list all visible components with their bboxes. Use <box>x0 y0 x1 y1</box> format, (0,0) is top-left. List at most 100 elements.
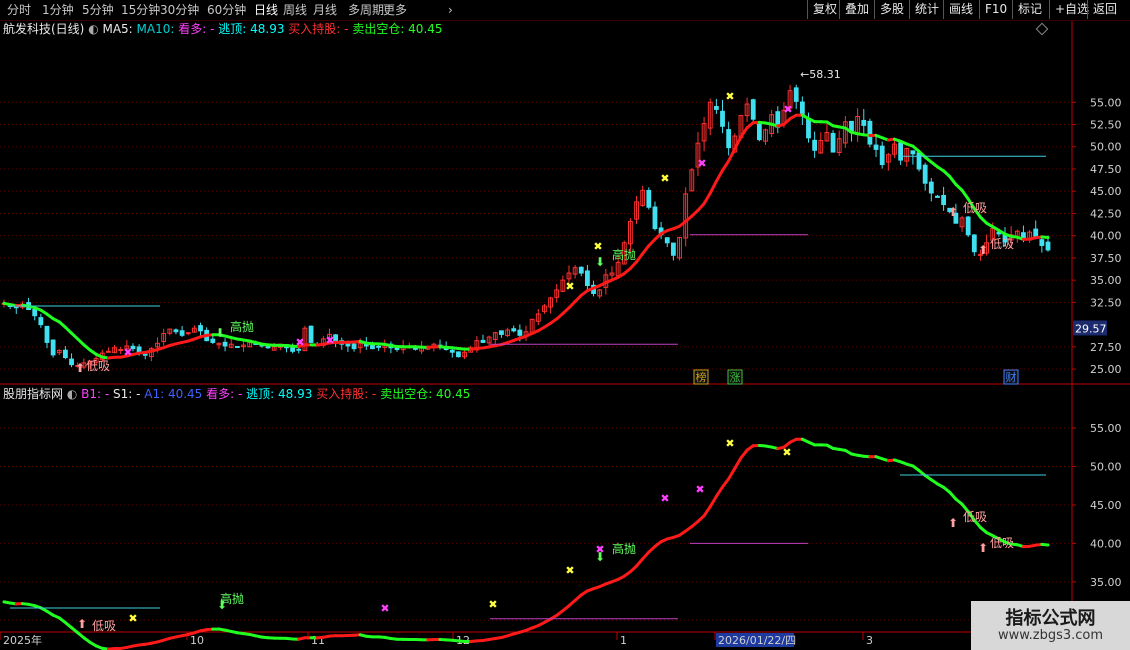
candle-body <box>185 332 191 335</box>
signal-arrow-icon: ⬇ <box>215 326 225 340</box>
low-buy-label: 低吸 <box>990 237 1014 251</box>
high-price-label: ←58.31 <box>800 68 841 81</box>
b-marker: ✖ <box>325 334 334 347</box>
candle-body <box>879 145 885 166</box>
y-tick-label: 55.00 <box>1090 96 1122 109</box>
watermark: 指标公式网 www.zbgs3.com <box>971 601 1130 650</box>
candle-body <box>578 266 584 274</box>
signal-arrow-icon: ⬆ <box>77 617 87 631</box>
candle-body <box>456 351 461 358</box>
candle-body <box>511 328 517 332</box>
candle-body <box>806 117 811 139</box>
candle-body <box>799 101 805 116</box>
candle-body <box>670 242 676 256</box>
signal-marker: ✖ <box>488 598 497 611</box>
low-buy-label: 低吸 <box>963 201 987 215</box>
y-tick-label: 27.50 <box>1090 341 1122 354</box>
signal-marker: ✖ <box>380 602 389 615</box>
s-marker: ✖ <box>725 90 734 103</box>
x-tick-label: 2025年 <box>3 633 42 647</box>
candle-body <box>44 325 50 343</box>
candle-body <box>50 339 56 356</box>
diamond-icon <box>1035 22 1049 36</box>
candle-body <box>713 106 719 110</box>
event-badge-label: 财 <box>1006 370 1017 384</box>
watermark-url: www.zbgs3.com <box>997 628 1104 643</box>
y-tick-label: 32.50 <box>1090 296 1122 309</box>
y-tick-label: 42.50 <box>1090 207 1122 220</box>
candle-body <box>646 189 652 208</box>
signal-marker: ✖ <box>660 492 669 505</box>
candle-body <box>222 341 228 347</box>
candle-body <box>585 270 590 286</box>
signal-marker: ✖ <box>725 437 734 450</box>
x-tick-label: 1 <box>620 634 627 647</box>
candle-body <box>935 195 940 198</box>
candle-body <box>480 339 486 343</box>
candle-body <box>830 132 836 153</box>
candle-body <box>916 152 922 170</box>
candle-body <box>965 216 971 236</box>
candle-body <box>756 122 762 141</box>
candle-body <box>971 234 977 253</box>
signal-arrow-icon: ⬆ <box>978 541 988 555</box>
ma-line <box>702 191 712 206</box>
signal-marker: ✖ <box>695 483 704 496</box>
indicator-line <box>1040 542 1050 547</box>
candle-body <box>873 144 879 150</box>
candle-body <box>941 194 947 206</box>
signal-arrow-icon: ⬆ <box>978 243 988 257</box>
x-tick-label: 3 <box>866 634 873 647</box>
candle-body <box>234 345 240 348</box>
y-tick-label: 52.50 <box>1090 119 1122 132</box>
s-marker: ✖ <box>593 240 602 253</box>
ma-line <box>708 179 718 195</box>
ma-line <box>714 168 725 183</box>
candle-body <box>69 358 74 366</box>
candle-body <box>517 329 523 336</box>
ma-line <box>635 252 645 264</box>
candle-body <box>793 87 799 102</box>
x-tick-label: 2026/01/22/四 <box>718 634 796 647</box>
signal-marker: ✖ <box>782 446 791 459</box>
candle-body <box>922 164 928 184</box>
y-tick-label: 45.00 <box>1090 499 1122 512</box>
event-badge-label: 榜 <box>696 370 707 384</box>
ma-line <box>948 175 958 186</box>
s-marker: ✖ <box>565 280 574 293</box>
candle-body <box>38 317 44 326</box>
high-sell-label: 高抛 <box>230 319 254 334</box>
signal-arrow-icon: ⬆ <box>948 516 958 530</box>
indicator-line <box>714 485 725 498</box>
candle-body <box>308 325 314 343</box>
chart-canvas: 55.00 52.50 50.00 47.50 45.00 42.50 40.00 37.50… <box>0 21 1130 650</box>
ma-line <box>960 188 970 201</box>
high-sell-label: 高抛 <box>612 247 636 262</box>
ma-line <box>1040 235 1050 240</box>
b-marker: ✖ <box>697 157 706 170</box>
candle-body <box>105 350 111 353</box>
b-marker: ✖ <box>295 336 304 349</box>
y-tick-label: 35.00 <box>1090 576 1122 589</box>
candle-body <box>449 349 455 353</box>
ma-line <box>739 126 749 139</box>
high-sell-label: 高抛 <box>612 541 636 556</box>
y-tick-label: 40.00 <box>1090 537 1122 550</box>
candle-body <box>898 142 904 161</box>
signal-arrow-icon: ⬇ <box>595 255 605 269</box>
candle-body <box>1045 241 1051 251</box>
candle-body <box>32 309 38 317</box>
signal-arrow-icon: ⬆ <box>948 205 958 219</box>
candle-body <box>720 110 725 127</box>
candle-body <box>861 119 867 126</box>
low-buy-label: 低吸 <box>86 359 110 373</box>
y-tick-label: 25.00 <box>1090 363 1122 376</box>
candle-body <box>499 330 504 335</box>
current-price-label: 29.57 <box>1075 322 1107 335</box>
candle-body <box>198 325 203 332</box>
candle-body <box>413 347 418 350</box>
y-tick-label: 50.00 <box>1090 141 1122 154</box>
candle-body <box>867 120 873 145</box>
x-tick-label: 10 <box>190 634 204 647</box>
b-marker: ✖ <box>783 103 792 116</box>
